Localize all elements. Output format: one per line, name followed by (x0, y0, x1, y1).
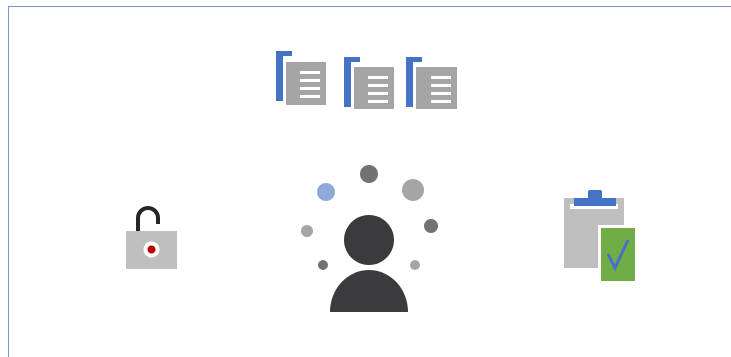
person-with-ideas-icon (297, 162, 442, 319)
diagram-canvas (0, 0, 731, 357)
document-stack-icon (344, 51, 395, 109)
document-stack-icon (276, 51, 327, 105)
clipboard-checklist-icon (564, 188, 638, 288)
document-stack-icon (406, 51, 458, 109)
unlocked-padlock-icon (126, 202, 178, 275)
